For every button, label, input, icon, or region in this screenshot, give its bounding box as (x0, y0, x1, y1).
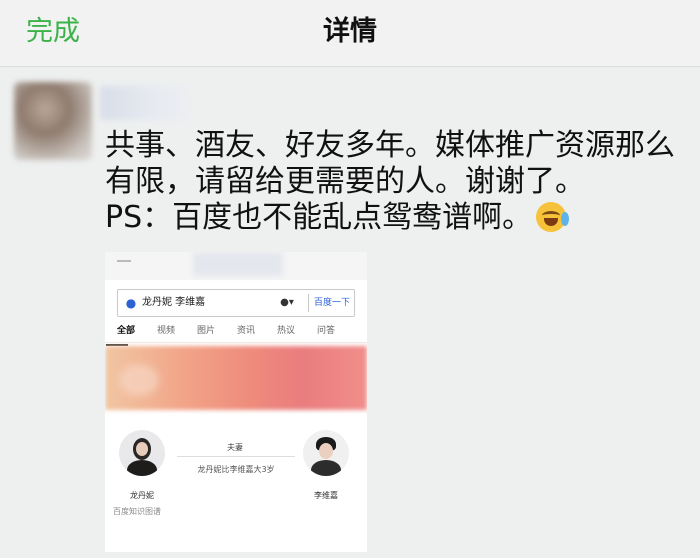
navigation-bar: 完成 详情 (0, 0, 700, 67)
relation-line (177, 456, 295, 457)
post-line: PS：百度也不能乱点鸳鸯谱啊。 (105, 200, 695, 236)
tab-news: 资讯 (237, 326, 256, 336)
post-line: 有限，请留给更需要的人。谢谢了。 (105, 164, 585, 199)
avatar-right-person (303, 430, 349, 476)
page-title: 详情 (323, 16, 377, 47)
post-line: 共事、酒友、好友多年。媒体推广资源那么 (105, 128, 675, 163)
post-line-text: PS：百度也不能乱点鸳鸯谱啊。 (105, 200, 533, 235)
avatar-left-person (119, 430, 165, 476)
post-text: 共事、酒友、好友多年。媒体推广资源那么 有限，请留给更需要的人。谢谢了。 PS：… (105, 128, 695, 236)
divider (105, 342, 367, 343)
mic-icon: ●▾ (280, 297, 294, 308)
relation-description: 龙丹妮比李维嘉大3岁 (197, 465, 275, 474)
search-input: ● 龙丹妮 李维嘉 ●▾ 百度一下 (117, 289, 355, 317)
banner-blob (119, 364, 159, 396)
tab-all: 全部 (117, 326, 136, 336)
knowledge-graph-source: 百度知识图谱 (113, 507, 161, 516)
username-blurred[interactable] (100, 86, 190, 120)
tab-qa: 问答 (317, 326, 336, 336)
search-tabs: 全部 视频 图片 资讯 热议 问答 (115, 324, 365, 342)
person-name-left: 龙丹妮 (130, 491, 154, 500)
relation-title: 夫妻 (227, 443, 243, 452)
back-icon (117, 260, 131, 262)
tab-images: 图片 (197, 326, 216, 336)
tab-discussion: 热议 (277, 326, 296, 336)
search-button: 百度一下 (308, 294, 355, 312)
attached-image[interactable]: ● 龙丹妮 李维嘉 ●▾ 百度一下 全部 视频 图片 资讯 热议 问答 夫妻 龙… (105, 252, 367, 552)
tab-video: 视频 (157, 326, 176, 336)
blurred-header (193, 252, 283, 276)
search-query: 龙丹妮 李维嘉 (142, 297, 206, 308)
laughing-crying-emoji-icon (536, 202, 570, 232)
person-name-right: 李维嘉 (314, 491, 338, 500)
baidu-paw-icon: ● (125, 296, 137, 310)
avatar[interactable] (14, 82, 92, 160)
